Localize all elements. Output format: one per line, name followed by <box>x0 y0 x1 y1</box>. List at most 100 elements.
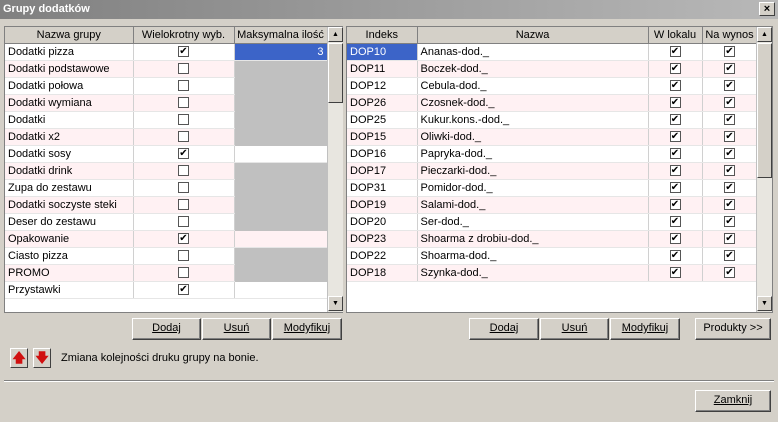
local-checkbox[interactable]: ✔ <box>669 46 681 58</box>
local-cell[interactable]: ✔ <box>648 145 703 163</box>
multi-select-checkbox[interactable] <box>178 250 189 262</box>
local-checkbox[interactable]: ✔ <box>669 148 681 160</box>
close-button[interactable]: Zamknij <box>695 390 771 412</box>
takeaway-cell[interactable]: ✔ <box>702 128 758 146</box>
table-row[interactable]: DOP15 Oliwki-dod._ ✔ ✔ <box>347 128 758 146</box>
local-checkbox[interactable]: ✔ <box>669 97 681 109</box>
table-row[interactable]: Przystawki ✔ <box>5 281 328 299</box>
item-name-cell[interactable]: Shoarma-dod._ <box>417 247 649 265</box>
scroll-up-arrow-icon[interactable]: ▲ <box>757 27 772 42</box>
group-name-cell[interactable]: Ciasto pizza <box>5 247 134 265</box>
multi-select-cell[interactable] <box>133 94 235 112</box>
local-cell[interactable]: ✔ <box>648 94 703 112</box>
items-add-button[interactable]: Dodaj <box>469 318 539 340</box>
index-cell[interactable]: DOP23 <box>347 230 418 248</box>
multi-select-cell[interactable]: ✔ <box>133 230 235 248</box>
table-row[interactable]: Dodatki podstawowe <box>5 60 328 78</box>
item-name-cell[interactable]: Salami-dod._ <box>417 196 649 214</box>
index-cell[interactable]: DOP20 <box>347 213 418 231</box>
item-name-cell[interactable]: Kukur.kons.-dod._ <box>417 111 649 129</box>
index-cell[interactable]: DOP19 <box>347 196 418 214</box>
scroll-down-arrow-icon[interactable]: ▼ <box>328 296 343 311</box>
multi-select-checkbox[interactable] <box>178 63 189 75</box>
max-quantity-cell[interactable] <box>234 196 328 214</box>
move-up-arrow-icon[interactable]: 🡅 <box>10 348 28 368</box>
local-checkbox[interactable]: ✔ <box>669 114 681 126</box>
max-quantity-cell[interactable] <box>234 94 328 112</box>
local-cell[interactable]: ✔ <box>648 128 703 146</box>
item-name-cell[interactable]: Papryka-dod._ <box>417 145 649 163</box>
table-row[interactable]: Dodatki wymiana <box>5 94 328 112</box>
table-row[interactable]: DOP23 Shoarma z drobiu-dod._ ✔ ✔ <box>347 230 758 248</box>
takeaway-cell[interactable]: ✔ <box>702 60 758 78</box>
multi-select-checkbox[interactable] <box>178 131 189 143</box>
multi-select-cell[interactable] <box>133 60 235 78</box>
multi-select-cell[interactable] <box>133 128 235 146</box>
table-row[interactable]: DOP17 Pieczarki-dod._ ✔ ✔ <box>347 162 758 180</box>
groups-grid[interactable]: Nazwa grupy Wielokrotny wyb. Maksymalna … <box>4 26 343 313</box>
table-row[interactable]: Zupa do zestawu <box>5 179 328 197</box>
col-header-multi-select[interactable]: Wielokrotny wyb. <box>133 27 235 44</box>
col-header-index[interactable]: Indeks <box>347 27 418 44</box>
scroll-down-arrow-icon[interactable]: ▼ <box>757 296 772 311</box>
takeaway-cell[interactable]: ✔ <box>702 43 758 61</box>
index-cell[interactable]: DOP17 <box>347 162 418 180</box>
table-row[interactable]: DOP10 Ananas-dod._ ✔ ✔ <box>347 43 758 61</box>
table-row[interactable]: DOP12 Cebula-dod._ ✔ ✔ <box>347 77 758 95</box>
takeaway-cell[interactable]: ✔ <box>702 94 758 112</box>
table-row[interactable]: DOP26 Czosnek-dod._ ✔ ✔ <box>347 94 758 112</box>
group-name-cell[interactable]: Zupa do zestawu <box>5 179 134 197</box>
group-name-cell[interactable]: Dodatki wymiana <box>5 94 134 112</box>
multi-select-checkbox[interactable]: ✔ <box>178 284 189 296</box>
item-name-cell[interactable]: Pieczarki-dod._ <box>417 162 649 180</box>
col-header-name[interactable]: Nazwa <box>417 27 649 44</box>
table-row[interactable]: DOP18 Szynka-dod._ ✔ ✔ <box>347 264 758 282</box>
col-header-takeaway[interactable]: Na wynos <box>702 27 758 44</box>
local-cell[interactable]: ✔ <box>648 213 703 231</box>
table-row[interactable]: Ciasto pizza <box>5 247 328 265</box>
items-modify-button[interactable]: Modyfikuj <box>610 318 680 340</box>
table-row[interactable]: DOP19 Salami-dod._ ✔ ✔ <box>347 196 758 214</box>
scroll-thumb[interactable] <box>328 43 343 103</box>
group-name-cell[interactable]: PROMO <box>5 264 134 282</box>
table-row[interactable]: DOP20 Ser-dod._ ✔ ✔ <box>347 213 758 231</box>
takeaway-cell[interactable]: ✔ <box>702 247 758 265</box>
products-button[interactable]: Produkty >> <box>695 318 771 340</box>
max-quantity-cell[interactable] <box>234 77 328 95</box>
table-row[interactable]: Dodatki sosy ✔ <box>5 145 328 163</box>
multi-select-checkbox[interactable] <box>178 216 189 228</box>
takeaway-checkbox[interactable]: ✔ <box>724 114 735 126</box>
multi-select-cell[interactable]: ✔ <box>133 145 235 163</box>
multi-select-cell[interactable] <box>133 213 235 231</box>
multi-select-cell[interactable] <box>133 77 235 95</box>
multi-select-checkbox[interactable] <box>178 199 189 211</box>
group-name-cell[interactable]: Dodatki soczyste steki <box>5 196 134 214</box>
group-name-cell[interactable]: Deser do zestawu <box>5 213 134 231</box>
table-row[interactable]: Dodatki soczyste steki <box>5 196 328 214</box>
takeaway-cell[interactable]: ✔ <box>702 264 758 282</box>
index-cell[interactable]: DOP16 <box>347 145 418 163</box>
takeaway-checkbox[interactable]: ✔ <box>724 46 735 58</box>
takeaway-cell[interactable]: ✔ <box>702 179 758 197</box>
takeaway-cell[interactable]: ✔ <box>702 77 758 95</box>
takeaway-cell[interactable]: ✔ <box>702 230 758 248</box>
takeaway-cell[interactable]: ✔ <box>702 196 758 214</box>
move-down-arrow-icon[interactable]: 🡇 <box>33 348 51 368</box>
max-quantity-cell[interactable] <box>234 111 328 129</box>
item-name-cell[interactable]: Shoarma z drobiu-dod._ <box>417 230 649 248</box>
table-row[interactable]: PROMO <box>5 264 328 282</box>
group-name-cell[interactable]: Dodatki sosy <box>5 145 134 163</box>
local-cell[interactable]: ✔ <box>648 196 703 214</box>
table-row[interactable]: Opakowanie ✔ <box>5 230 328 248</box>
max-quantity-cell[interactable] <box>234 145 328 163</box>
max-quantity-cell[interactable] <box>234 281 328 299</box>
multi-select-checkbox[interactable] <box>178 182 189 194</box>
table-row[interactable]: DOP22 Shoarma-dod._ ✔ ✔ <box>347 247 758 265</box>
takeaway-checkbox[interactable]: ✔ <box>724 131 735 143</box>
multi-select-checkbox[interactable]: ✔ <box>178 233 189 245</box>
close-window-button[interactable]: × <box>759 2 775 16</box>
takeaway-checkbox[interactable]: ✔ <box>724 199 735 211</box>
max-quantity-cell[interactable]: 3 <box>234 43 328 61</box>
group-name-cell[interactable]: Przystawki <box>5 281 134 299</box>
takeaway-checkbox[interactable]: ✔ <box>724 233 735 245</box>
